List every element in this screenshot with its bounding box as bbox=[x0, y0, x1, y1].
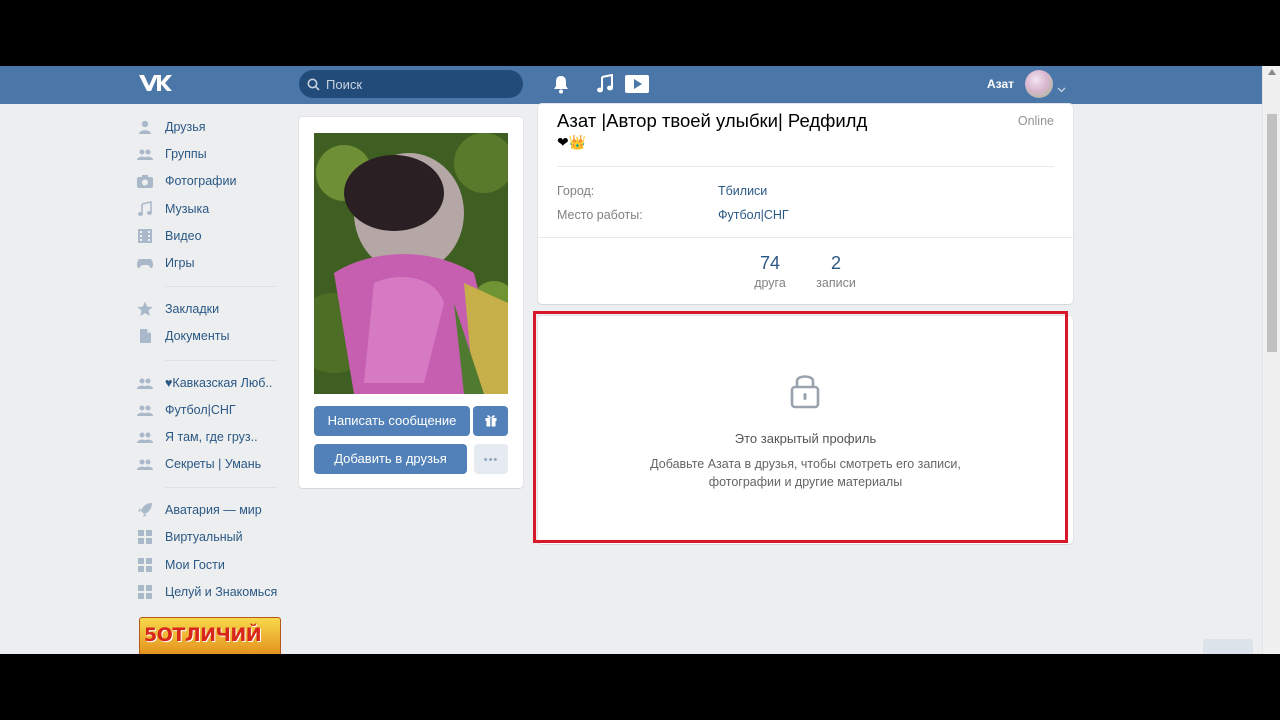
people-icon bbox=[137, 459, 153, 471]
sidebar-item-group[interactable]: Секреты | Умань bbox=[137, 451, 282, 478]
sidebar-item-games[interactable]: Игры bbox=[137, 250, 282, 277]
people-icon bbox=[137, 405, 153, 416]
send-message-button[interactable]: Написать сообщение bbox=[314, 406, 470, 436]
sidebar-item-app[interactable]: Мои Гости bbox=[137, 552, 282, 579]
chevron-down-icon[interactable] bbox=[1057, 80, 1066, 98]
sidebar-item-photos[interactable]: Фотографии bbox=[137, 168, 282, 195]
search-icon bbox=[307, 78, 320, 91]
sidebar: Друзья Группы Фотографии Музыка Видео Иг… bbox=[137, 114, 282, 606]
scroll-to-top-button[interactable] bbox=[1203, 639, 1253, 654]
sidebar-item-label: Закладки bbox=[165, 302, 220, 317]
send-gift-button[interactable] bbox=[473, 406, 508, 436]
sidebar-item-label: Я там, где груз.. bbox=[165, 429, 258, 444]
stat-friends-caption: друга bbox=[754, 276, 786, 290]
sidebar-item-app[interactable]: Виртуальный bbox=[137, 524, 282, 551]
profile-photo-card: Написать сообщение Добавить в друзья ••• bbox=[299, 117, 523, 488]
sidebar-item-label: ♥Кавказская Люб.. bbox=[165, 375, 273, 390]
avatar[interactable] bbox=[1025, 70, 1053, 98]
vk-logo-icon[interactable] bbox=[138, 73, 172, 98]
music-note-icon bbox=[138, 200, 152, 216]
sidebar-item-label: Игры bbox=[165, 255, 195, 270]
gift-icon bbox=[485, 415, 496, 427]
profile-photo[interactable] bbox=[314, 133, 508, 394]
sidebar-item-app[interactable]: Аватария — мир bbox=[137, 497, 282, 524]
apps-grid-icon bbox=[138, 557, 152, 572]
stat-posts-count: 2 bbox=[830, 253, 841, 273]
sidebar-item-label: Фотографии bbox=[165, 174, 237, 189]
sidebar-item-label: Группы bbox=[165, 147, 207, 162]
info-value-city[interactable]: Тбилиси bbox=[718, 184, 767, 198]
sidebar-item-label: Музыка bbox=[165, 201, 210, 216]
private-profile-card bbox=[538, 316, 1073, 544]
more-dots-icon: ••• bbox=[483, 454, 499, 466]
divider bbox=[557, 166, 1054, 167]
sidebar-item-friends[interactable]: Друзья bbox=[137, 114, 282, 141]
user-name[interactable]: Азат bbox=[987, 77, 1014, 91]
apps-grid-icon bbox=[138, 530, 152, 545]
ad-banner[interactable]: 5ОТЛИЧИЙ bbox=[139, 617, 281, 654]
sidebar-item-label: Видео bbox=[165, 228, 202, 243]
search-box[interactable] bbox=[299, 70, 523, 98]
camera-icon bbox=[137, 175, 153, 189]
divider bbox=[538, 237, 1073, 238]
sidebar-item-group[interactable]: ♥Кавказская Люб.. bbox=[137, 370, 282, 397]
bell-icon[interactable] bbox=[552, 74, 570, 99]
info-label-city: Город: bbox=[557, 184, 595, 198]
browser-viewport: Азат Друзья Группы Фотографии Музыка Вид… bbox=[0, 66, 1280, 654]
people-icon bbox=[137, 432, 153, 443]
lock-icon bbox=[787, 371, 823, 414]
stat-posts-caption: записи bbox=[816, 276, 856, 290]
document-icon bbox=[140, 329, 151, 344]
ad-banner-text: 5ОТЛИЧИЙ bbox=[144, 624, 262, 646]
info-value-work[interactable]: Футбол|СНГ bbox=[718, 208, 789, 222]
online-status: Online bbox=[1017, 114, 1054, 128]
person-icon bbox=[139, 120, 151, 134]
sidebar-item-label: Целуй и Знакомься bbox=[165, 584, 278, 599]
sidebar-item-app[interactable]: Целуй и Знакомься bbox=[137, 579, 282, 606]
people-icon bbox=[137, 378, 153, 389]
private-profile-title: Это закрытый профиль bbox=[734, 431, 877, 446]
info-label-work: Место работы: bbox=[557, 208, 643, 222]
sidebar-divider bbox=[165, 487, 277, 489]
apps-grid-icon bbox=[138, 584, 152, 599]
scroll-up-arrow-icon[interactable] bbox=[1268, 69, 1276, 75]
sidebar-divider bbox=[165, 286, 277, 288]
sidebar-item-label: Мои Гости bbox=[165, 557, 225, 572]
sidebar-divider bbox=[165, 359, 277, 361]
profile-info-card: Азат |Автор твоей улыбки| Редфилд ❤👑 Onl… bbox=[538, 104, 1073, 304]
sidebar-item-groups[interactable]: Группы bbox=[137, 141, 282, 168]
scrollbar-thumb[interactable] bbox=[1267, 114, 1277, 352]
star-icon bbox=[137, 301, 153, 317]
more-actions-button[interactable]: ••• bbox=[474, 444, 508, 474]
sidebar-item-label: Друзья bbox=[165, 120, 206, 134]
stat-posts[interactable]: 2 записи bbox=[801, 253, 871, 290]
sidebar-item-label: Документы bbox=[165, 329, 230, 344]
video-play-icon[interactable] bbox=[625, 74, 649, 99]
add-friend-button[interactable]: Добавить в друзья bbox=[314, 444, 467, 474]
stat-friends[interactable]: 74 друга bbox=[735, 253, 805, 290]
sidebar-item-label: Футбол|СНГ bbox=[165, 402, 236, 417]
gamepad-icon bbox=[137, 258, 153, 268]
top-bar: Азат bbox=[0, 66, 1262, 104]
sidebar-item-group[interactable]: Я там, где груз.. bbox=[137, 424, 282, 451]
search-input[interactable] bbox=[326, 70, 506, 98]
film-icon bbox=[138, 228, 152, 243]
sidebar-item-video[interactable]: Видео bbox=[137, 223, 282, 250]
sidebar-item-label: Аватария — мир bbox=[165, 503, 262, 518]
people-icon bbox=[137, 149, 153, 161]
sidebar-item-bookmarks[interactable]: Закладки bbox=[137, 296, 282, 323]
profile-status: ❤👑 bbox=[557, 134, 587, 150]
sidebar-item-label: Секреты | Умань bbox=[165, 457, 262, 472]
sidebar-item-group[interactable]: Футбол|СНГ bbox=[137, 397, 282, 424]
sidebar-item-documents[interactable]: Документы bbox=[137, 323, 282, 350]
stat-friends-count: 74 bbox=[759, 253, 781, 273]
music-note-icon[interactable] bbox=[596, 73, 614, 99]
rocket-icon bbox=[138, 503, 152, 518]
sidebar-item-music[interactable]: Музыка bbox=[137, 196, 282, 223]
scrollbar[interactable] bbox=[1262, 66, 1280, 654]
private-profile-description: Добавьте Азата в друзья, чтобы смотреть … bbox=[650, 457, 961, 489]
profile-name: Азат |Автор твоей улыбки| Редфилд bbox=[557, 110, 868, 131]
sidebar-item-label: Виртуальный bbox=[165, 530, 243, 545]
